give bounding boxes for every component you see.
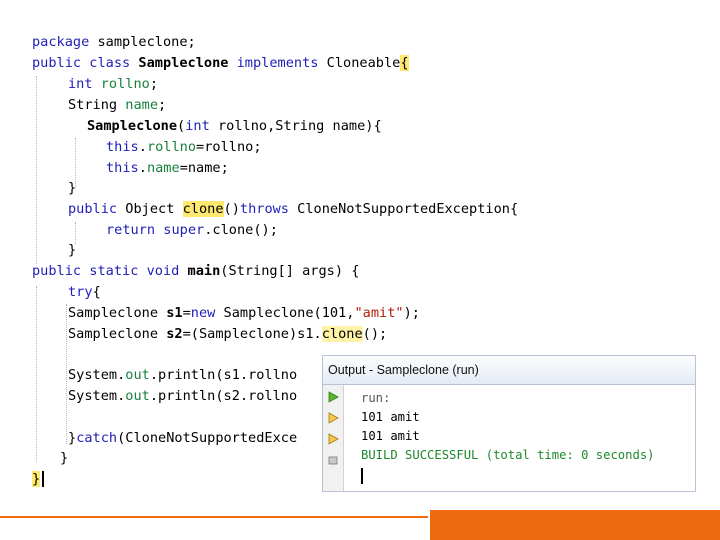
- indent-guide: [36, 286, 37, 462]
- output-title: Output - Sampleclone (run): [328, 363, 479, 377]
- output-cursor: [361, 468, 363, 484]
- code-line[interactable]: int rollno;: [68, 74, 158, 94]
- output-line: run:: [361, 391, 391, 405]
- indent-guide: [66, 304, 67, 444]
- code-line[interactable]: Sampleclone(int rollno,String name){: [87, 116, 382, 136]
- code-line[interactable]: Sampleclone s1=new Sampleclone(101,"amit…: [68, 303, 420, 323]
- footer-light-area: [0, 510, 430, 540]
- code-line[interactable]: }: [68, 240, 76, 260]
- text-cursor: [42, 471, 44, 487]
- code-line[interactable]: }catch(CloneNotSupportedExce: [68, 428, 297, 448]
- code-line[interactable]: public static void main(String[] args) {: [32, 261, 359, 281]
- code-line[interactable]: public class Sampleclone implements Clon…: [32, 53, 409, 73]
- code-line[interactable]: try{: [68, 282, 101, 302]
- code-token: sampleclone;: [97, 34, 196, 50]
- output-tab[interactable]: Output - Sampleclone (run): [323, 356, 695, 385]
- code-line[interactable]: System.out.println(s2.rollno: [68, 386, 297, 406]
- code-line[interactable]: }: [32, 469, 41, 489]
- code-line[interactable]: this.name=name;: [106, 158, 229, 178]
- output-line: 101 amit: [361, 410, 420, 424]
- rerun-icon[interactable]: [327, 412, 339, 424]
- footer-rule: [0, 516, 428, 518]
- code-line[interactable]: }: [68, 178, 76, 198]
- code-line[interactable]: package sampleclone;: [32, 32, 196, 52]
- code-line[interactable]: System.out.println(s1.rollno: [68, 365, 297, 385]
- output-line: 101 amit: [361, 429, 420, 443]
- code-line[interactable]: this.rollno=rollno;: [106, 137, 262, 157]
- code-line[interactable]: public Object clone()throws CloneNotSupp…: [68, 199, 518, 219]
- output-panel[interactable]: Output - Sampleclone (run) run: 101 amit…: [322, 355, 696, 492]
- indent-guide: [36, 76, 37, 264]
- code-line[interactable]: }: [60, 448, 68, 468]
- code-line[interactable]: return super.clone();: [106, 220, 278, 240]
- output-toolbar: [323, 385, 344, 491]
- stop-icon[interactable]: [327, 433, 339, 445]
- output-line: BUILD SUCCESSFUL (total time: 0 seconds): [361, 448, 655, 462]
- run-icon[interactable]: [327, 391, 339, 403]
- code-line[interactable]: String name;: [68, 95, 166, 115]
- code-line[interactable]: Sampleclone s2=(Sampleclone)s1.clone();: [68, 324, 387, 344]
- clear-icon[interactable]: [327, 454, 339, 466]
